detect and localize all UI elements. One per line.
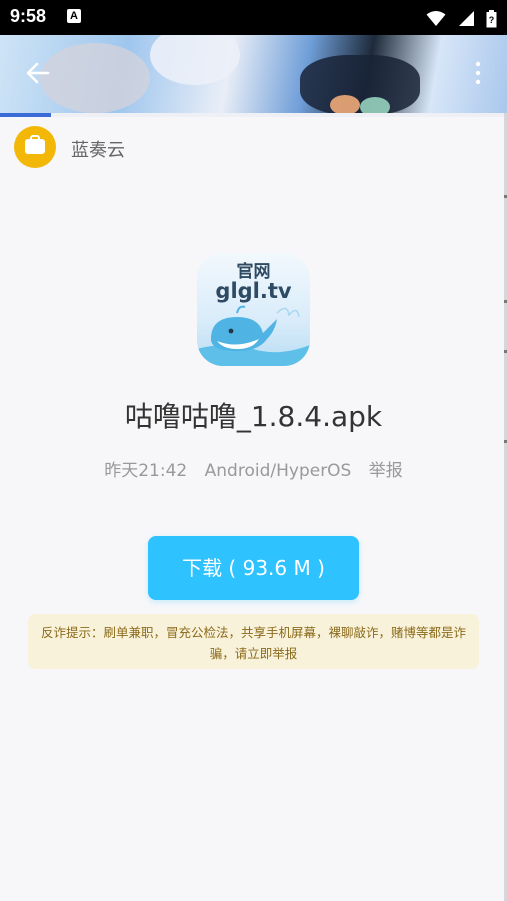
status-bar: 9:58 A ? bbox=[0, 0, 507, 35]
anti-fraud-notice: 反诈提示：刷单兼职，冒充公检法，共享手机屏幕，裸聊敲诈，赌博等都是诈骗，请立即举… bbox=[28, 614, 479, 669]
signal-icon bbox=[458, 11, 474, 26]
page-load-progress bbox=[0, 113, 507, 117]
file-name: 咕噜咕噜_1.8.4.apk bbox=[124, 400, 383, 433]
notification-icon: A bbox=[67, 9, 81, 23]
wifi-icon bbox=[426, 11, 446, 26]
battery-icon: ? bbox=[486, 9, 497, 27]
page-load-progress-fill bbox=[0, 113, 51, 117]
more-vertical-icon[interactable] bbox=[473, 59, 483, 87]
briefcase-icon bbox=[14, 126, 56, 168]
download-button[interactable]: 下载 ( 93.6 M ) bbox=[148, 536, 359, 600]
header-banner-image bbox=[0, 35, 507, 113]
status-icons: ? bbox=[420, 8, 497, 28]
app-icon: 官网 glgl.tv bbox=[197, 253, 310, 366]
upload-time: 昨天21:42 bbox=[104, 461, 188, 481]
back-arrow-icon[interactable] bbox=[24, 59, 52, 87]
status-time: 9:58 bbox=[10, 6, 47, 26]
platform-label: Android/HyperOS bbox=[204, 461, 352, 481]
site-name: 蓝奏云 bbox=[71, 140, 125, 161]
report-link[interactable]: 举报 bbox=[369, 461, 403, 481]
whale-icon bbox=[197, 305, 310, 366]
file-meta: 昨天21:42 Android/HyperOS 举报 bbox=[0, 456, 507, 481]
svg-text:?: ? bbox=[489, 15, 495, 25]
